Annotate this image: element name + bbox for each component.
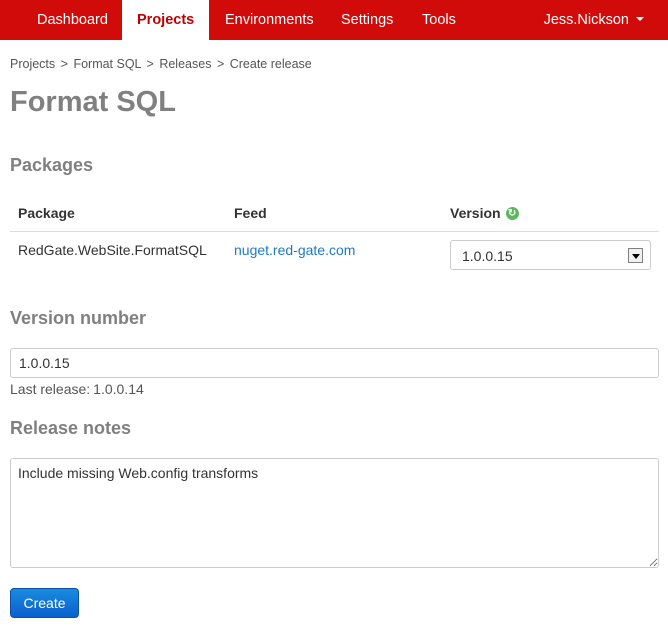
nav-dashboard[interactable]: Dashboard: [22, 0, 123, 40]
nav-projects[interactable]: Projects: [122, 0, 210, 40]
feed-link[interactable]: nuget.red-gate.com: [234, 242, 355, 258]
breadcrumb: Projects > Format SQL > Releases > Creat…: [10, 57, 312, 71]
package-name-cell: RedGate.WebSite.FormatSQL: [18, 242, 207, 258]
column-header-feed: Feed: [234, 205, 267, 221]
breadcrumb-separator: >: [146, 57, 154, 71]
release-notes-heading: Release notes: [10, 418, 132, 438]
breadcrumb-projects[interactable]: Projects: [10, 57, 55, 71]
create-button[interactable]: Create: [10, 588, 79, 618]
nav-settings[interactable]: Settings: [326, 0, 408, 40]
page-title: Format SQL: [10, 86, 176, 118]
version-select-value: 1.0.0.15: [462, 248, 513, 264]
version-number-heading: Version number: [10, 308, 147, 328]
version-number-input[interactable]: [10, 348, 659, 378]
breadcrumb-separator: >: [60, 57, 68, 71]
feed-link-text: nuget.red-gate.com: [234, 242, 356, 258]
caret-down-icon: [636, 17, 644, 22]
release-notes-textarea[interactable]: Include missing Web.config transforms: [10, 458, 659, 568]
user-name: Jess.Nickson: [543, 12, 629, 28]
breadcrumb-format-sql[interactable]: Format SQL: [73, 57, 141, 71]
column-header-version: Version ↻: [450, 205, 519, 221]
top-navbar: Dashboard Projects Environments Settings…: [0, 0, 668, 40]
table-divider: [10, 231, 659, 232]
column-header-package: Package: [18, 205, 75, 221]
refresh-icon[interactable]: ↻: [505, 206, 519, 220]
last-release-text: Last release: 1.0.0.14: [10, 381, 144, 397]
column-header-version-label: Version: [450, 205, 501, 221]
nav-environments[interactable]: Environments: [210, 0, 329, 40]
last-release-label: Last release:: [10, 381, 91, 397]
dropdown-arrow-icon: [628, 248, 643, 263]
breadcrumb-separator: >: [216, 57, 225, 71]
nav-tools[interactable]: Tools: [407, 0, 471, 40]
breadcrumb-releases[interactable]: Releases: [159, 57, 211, 71]
breadcrumb-current: Create release: [229, 57, 312, 71]
packages-heading: Packages: [10, 155, 94, 175]
version-select[interactable]: 1.0.0.15: [450, 240, 651, 270]
last-release-value: 1.0.0.14: [93, 381, 144, 397]
user-menu[interactable]: Jess.Nickson: [544, 0, 644, 40]
